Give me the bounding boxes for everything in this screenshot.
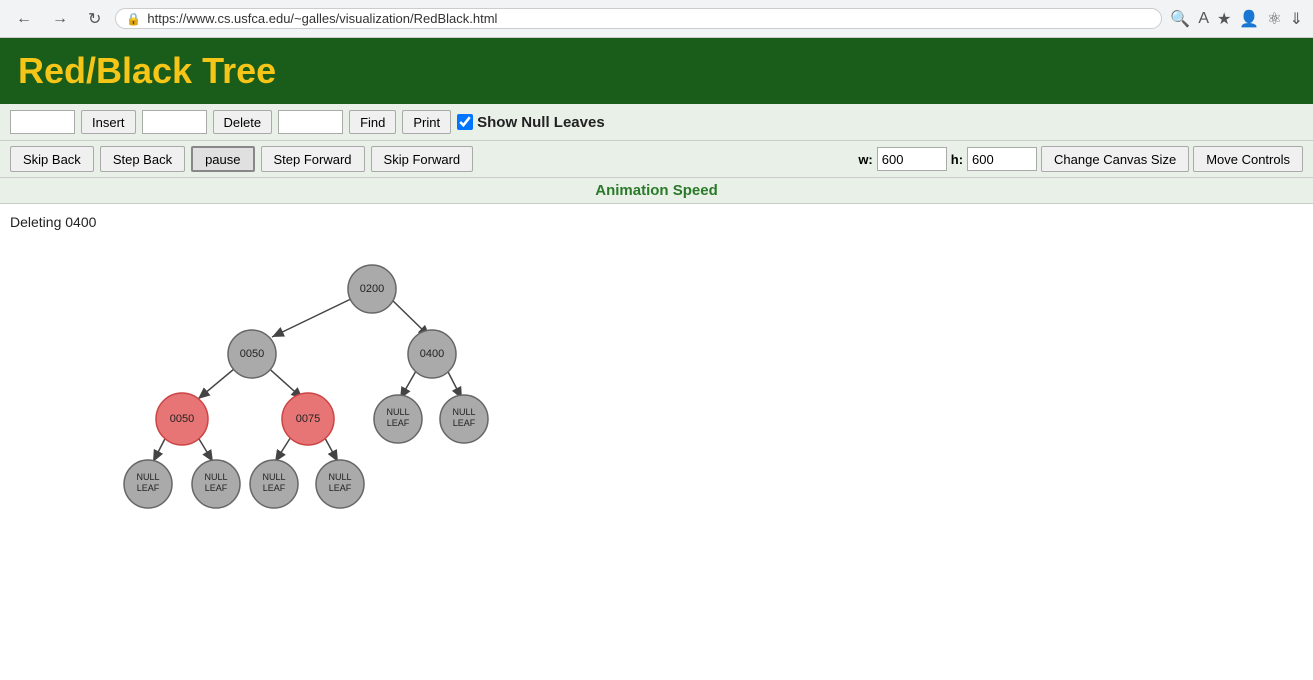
animation-bar: Skip Back Step Back pause Step Forward S… bbox=[0, 141, 1313, 178]
node-0050-inner: 0050 bbox=[228, 330, 276, 378]
null-leaf-3: NULL LEAF bbox=[124, 460, 172, 508]
download-icon: ⇓ bbox=[1290, 9, 1303, 29]
width-input[interactable] bbox=[877, 147, 947, 171]
null-leaf-2: NULL LEAF bbox=[440, 395, 488, 443]
edge-200-050 bbox=[272, 297, 355, 337]
node-0200: 0200 bbox=[348, 265, 396, 313]
tree-svg: 0200 0050 0400 0050 0075 NULL LEAF bbox=[0, 214, 650, 664]
svg-text:0050: 0050 bbox=[240, 348, 264, 360]
font-icon: A bbox=[1198, 10, 1209, 28]
zoom-icon: 🔍 bbox=[1170, 9, 1190, 29]
null-leaf-5: NULL LEAF bbox=[250, 460, 298, 508]
find-button[interactable]: Find bbox=[349, 110, 396, 134]
delete-input[interactable] bbox=[142, 110, 207, 134]
show-null-leaves-label[interactable]: Show Null Leaves bbox=[457, 114, 605, 131]
svg-text:NULL: NULL bbox=[136, 472, 159, 482]
extensions-icon: ⚛ bbox=[1267, 9, 1281, 29]
null-leaf-6: NULL LEAF bbox=[316, 460, 364, 508]
canvas-size-group: w: h: Change Canvas Size Move Controls bbox=[858, 146, 1303, 172]
print-button[interactable]: Print bbox=[402, 110, 451, 134]
step-back-button[interactable]: Step Back bbox=[100, 146, 185, 172]
svg-text:NULL: NULL bbox=[386, 407, 409, 417]
skip-back-button[interactable]: Skip Back bbox=[10, 146, 94, 172]
change-canvas-button[interactable]: Change Canvas Size bbox=[1041, 146, 1189, 172]
star-icon: ★ bbox=[1217, 9, 1231, 29]
svg-text:LEAF: LEAF bbox=[137, 483, 160, 493]
svg-text:LEAF: LEAF bbox=[263, 483, 286, 493]
insert-input[interactable] bbox=[10, 110, 75, 134]
app-header: Red/Black Tree bbox=[0, 38, 1313, 104]
animation-speed-row: Animation Speed bbox=[0, 178, 1313, 204]
find-input[interactable] bbox=[278, 110, 343, 134]
svg-text:0075: 0075 bbox=[296, 413, 320, 425]
forward-button[interactable]: → bbox=[46, 8, 74, 30]
svg-text:NULL: NULL bbox=[204, 472, 227, 482]
height-input[interactable] bbox=[967, 147, 1037, 171]
back-button[interactable]: ← bbox=[10, 8, 38, 30]
show-null-leaves-text: Show Null Leaves bbox=[477, 114, 605, 131]
refresh-button[interactable]: ↻ bbox=[82, 7, 107, 31]
url-text: https://www.cs.usfca.edu/~galles/visuali… bbox=[147, 11, 1151, 26]
svg-text:LEAF: LEAF bbox=[453, 418, 476, 428]
svg-text:0400: 0400 bbox=[420, 348, 444, 360]
browser-icons: 🔍 A ★ 👤 ⚛ ⇓ bbox=[1170, 9, 1303, 29]
svg-text:0200: 0200 bbox=[360, 283, 384, 295]
w-label: w: bbox=[858, 152, 872, 167]
delete-button[interactable]: Delete bbox=[213, 110, 273, 134]
node-0400: 0400 bbox=[408, 330, 456, 378]
app-title: Red/Black Tree bbox=[18, 50, 276, 91]
avatar-icon: 👤 bbox=[1239, 9, 1259, 29]
svg-text:LEAF: LEAF bbox=[329, 483, 352, 493]
lock-icon: 🔒 bbox=[126, 12, 141, 26]
null-leaf-1: NULL LEAF bbox=[374, 395, 422, 443]
svg-text:LEAF: LEAF bbox=[387, 418, 410, 428]
canvas-area: Deleting 0400 0200 bbox=[0, 204, 1313, 674]
node-red-0075: 0075 bbox=[282, 393, 334, 445]
controls-bar: Insert Delete Find Print Show Null Leave… bbox=[0, 104, 1313, 141]
step-forward-button[interactable]: Step Forward bbox=[261, 146, 365, 172]
svg-text:LEAF: LEAF bbox=[205, 483, 228, 493]
null-leaf-4: NULL LEAF bbox=[192, 460, 240, 508]
address-bar[interactable]: 🔒 https://www.cs.usfca.edu/~galles/visua… bbox=[115, 8, 1162, 29]
svg-text:NULL: NULL bbox=[452, 407, 475, 417]
svg-text:NULL: NULL bbox=[262, 472, 285, 482]
browser-toolbar: ← → ↻ 🔒 https://www.cs.usfca.edu/~galles… bbox=[0, 0, 1313, 38]
animation-speed-label: Animation Speed bbox=[10, 182, 1303, 199]
insert-button[interactable]: Insert bbox=[81, 110, 136, 134]
node-red-0050: 0050 bbox=[156, 393, 208, 445]
show-null-leaves-checkbox[interactable] bbox=[457, 114, 473, 130]
svg-text:NULL: NULL bbox=[328, 472, 351, 482]
svg-text:0050: 0050 bbox=[170, 413, 194, 425]
pause-button[interactable]: pause bbox=[191, 146, 254, 172]
move-controls-button[interactable]: Move Controls bbox=[1193, 146, 1303, 172]
h-label: h: bbox=[951, 152, 963, 167]
skip-forward-button[interactable]: Skip Forward bbox=[371, 146, 474, 172]
